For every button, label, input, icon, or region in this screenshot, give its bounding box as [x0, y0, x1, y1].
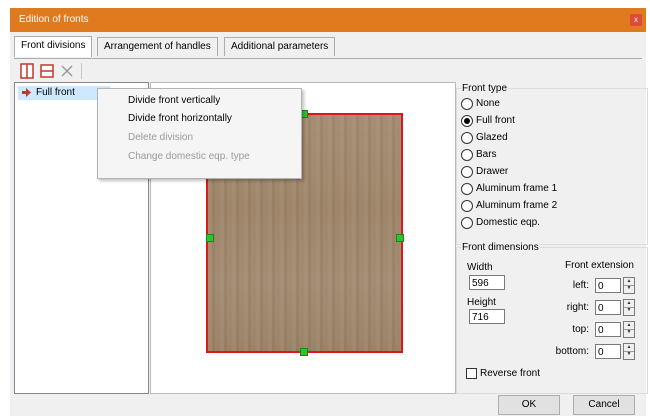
menu-item-delete-division: Delete division [128, 132, 194, 143]
front-dimensions-group: Front dimensions Width 596 Height 716 Fr… [456, 242, 648, 394]
context-menu: Divide front vertically Divide front hor… [97, 88, 302, 179]
front-extension-label: Front extension [565, 260, 634, 271]
radio-button[interactable] [461, 217, 473, 229]
left-extension-stepper[interactable]: ▲ ▼ [623, 277, 635, 294]
radio-label: Aluminum frame 2 [476, 200, 558, 211]
divide-vertical-button[interactable] [18, 62, 36, 80]
menu-item-change-domestic-eqp-type: Change domestic eqp. type [128, 151, 250, 162]
edition-of-fronts-dialog: Edition of fronts x Front divisions Arra… [10, 8, 648, 416]
right-extension-field[interactable]: 0 [595, 300, 621, 315]
radio-button[interactable] [461, 98, 473, 110]
close-button[interactable]: x [630, 14, 642, 26]
radio-button[interactable] [461, 183, 473, 195]
tab-front-divisions[interactable]: Front divisions [14, 36, 93, 57]
menu-item-divide-horizontally[interactable]: Divide front horizontally [128, 113, 232, 124]
radio-button[interactable] [461, 200, 473, 212]
top-extension-field[interactable]: 0 [595, 322, 621, 337]
radio-button[interactable] [461, 115, 473, 127]
tab-arrangement-of-handles[interactable]: Arrangement of handles [97, 37, 218, 56]
radio-label: Glazed [476, 132, 508, 143]
right-extension-stepper[interactable]: ▲ ▼ [623, 299, 635, 316]
radio-label: Full front [476, 115, 515, 126]
front-type-group: Front type None Full front Glazed Bars D… [456, 83, 648, 245]
title-bar: Edition of fronts x [10, 8, 646, 32]
right-label: right: [566, 302, 589, 313]
reverse-front-checkbox[interactable] [466, 368, 477, 379]
bottom-extension-field[interactable]: 0 [595, 344, 621, 359]
radio-label: Drawer [476, 166, 509, 177]
divide-vertical-icon [20, 63, 34, 79]
toolbar-separator [81, 63, 82, 79]
menu-item-divide-vertically[interactable]: Divide front vertically [128, 95, 220, 106]
left-extension-field[interactable]: 0 [595, 278, 621, 293]
radio-label: None [476, 98, 500, 109]
height-field[interactable]: 716 [469, 309, 505, 324]
radio-button[interactable] [461, 166, 473, 178]
ok-button[interactable]: OK [498, 395, 560, 415]
top-label: top: [572, 324, 589, 335]
resize-handle-right[interactable] [396, 234, 404, 242]
front-dimensions-title: Front dimensions [461, 242, 540, 253]
resize-handle-bottom[interactable] [300, 348, 308, 356]
front-type-title: Front type [461, 83, 509, 94]
radio-button[interactable] [461, 132, 473, 144]
top-extension-stepper[interactable]: ▲ ▼ [623, 321, 635, 338]
red-arrow-icon [22, 88, 31, 97]
bottom-label: bottom: [555, 346, 589, 357]
delete-icon [61, 65, 73, 77]
cancel-button[interactable]: Cancel [573, 395, 635, 415]
tree-item-label: Full front [36, 87, 75, 98]
resize-handle-left[interactable] [206, 234, 214, 242]
tab-additional-parameters[interactable]: Additional parameters [224, 37, 336, 56]
width-label: Width [467, 262, 493, 273]
divide-horizontal-icon [40, 64, 54, 78]
radio-label: Bars [476, 149, 497, 160]
radio-button[interactable] [461, 149, 473, 161]
divide-horizontal-button[interactable] [38, 62, 56, 80]
width-field[interactable]: 596 [469, 275, 505, 290]
left-label: left: [572, 280, 589, 291]
bottom-extension-stepper[interactable]: ▲ ▼ [623, 343, 635, 360]
reverse-front-label: Reverse front [480, 368, 541, 379]
radio-label: Aluminum frame 1 [476, 183, 558, 194]
tab-strip: Front divisions Arrangement of handles A… [14, 36, 642, 59]
delete-division-button[interactable] [58, 62, 76, 80]
toolbar [14, 60, 214, 82]
window-title: Edition of fronts [19, 14, 89, 25]
radio-label: Domestic eqp. [476, 217, 540, 228]
height-label: Height [467, 297, 496, 308]
